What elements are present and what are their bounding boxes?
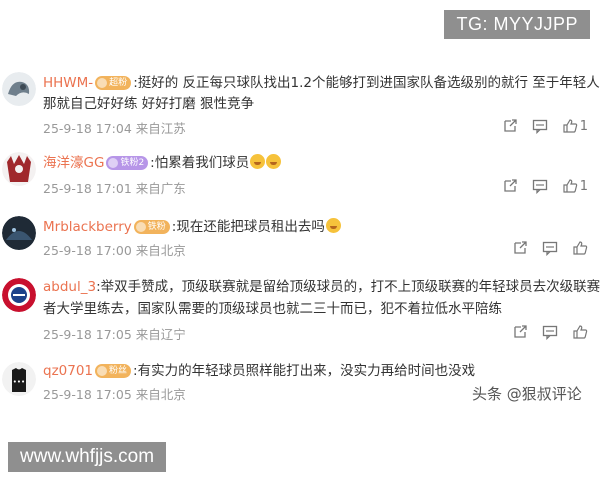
like-icon[interactable]: [572, 324, 588, 340]
emoji-icon: [250, 154, 266, 169]
fan-badge: 铁粉: [133, 220, 170, 234]
comment-actions: [498, 323, 588, 341]
comment-actions: [498, 239, 588, 257]
comment-text: Mrblackberry 铁粉:现在还能把球员租出去吗: [43, 216, 586, 238]
comment-text: 海洋濠GG 铁粉2:怕累着我们球员: [43, 152, 586, 174]
comment-text: abdul_3:举双手赞成，顶级联赛就是留给顶级球员的，打不上顶级联赛的年轻球员…: [43, 279, 600, 295]
comment-meta: 25-9-18 17:04 来自江苏: [43, 118, 186, 137]
comment-text-continued: 者大学里练去，国家队需要的顶级球员也就二三十而已，犯不着拉低水平陪练: [43, 301, 502, 317]
toutiao-watermark: 头条 @狠叔评论: [472, 385, 582, 403]
share-icon[interactable]: [512, 240, 528, 256]
like-icon[interactable]: [562, 118, 578, 134]
comment-location: 来自辽宁: [135, 327, 186, 342]
comment-meta: 25-9-18 17:00 来自北京: [43, 240, 186, 259]
comment-screenshot: TG: MYYJJPP HHWM- 超粉:挺好的 反正每只球队找出1.2个能够打到…: [0, 0, 600, 480]
comment-icon[interactable]: [532, 118, 548, 134]
comment-icon[interactable]: [532, 178, 548, 194]
username-link[interactable]: abdul_3: [43, 279, 96, 295]
username-link[interactable]: qz0701: [43, 363, 93, 379]
like-icon[interactable]: [572, 240, 588, 256]
comment-text: HHWM- 超粉:挺好的 反正每只球队找出1.2个能够打到进国家队备选级别的就行 …: [43, 75, 600, 91]
avatar[interactable]: [2, 72, 36, 106]
comment-location: 来自广东: [135, 181, 186, 196]
comment-text-continued: 那就自己好好练 好好打磨 狠性竞争: [43, 96, 255, 112]
comment-meta: 25-9-18 17:05 来自北京: [43, 384, 186, 403]
comment-actions: 1: [488, 177, 588, 195]
comment-time: 25-9-18 17:04: [43, 121, 132, 136]
like-count: 1: [579, 178, 588, 194]
comment-time: 25-9-18 17:05: [43, 387, 132, 402]
fan-badge: 粉丝: [95, 364, 132, 378]
username-link[interactable]: HHWM-: [43, 75, 93, 91]
comment-meta: 25-9-18 17:01 来自广东: [43, 178, 186, 197]
comment-location: 来自江苏: [135, 121, 186, 136]
comment-location: 来自北京: [135, 243, 186, 258]
share-icon[interactable]: [502, 118, 518, 134]
fan-badge: 铁粉2: [106, 156, 149, 170]
svg-text:•••: •••: [13, 378, 25, 386]
like-icon[interactable]: [562, 178, 578, 194]
avatar[interactable]: [2, 152, 36, 186]
comment-location: 来自北京: [135, 387, 186, 402]
username-link[interactable]: 海洋濠GG: [43, 155, 104, 171]
comment-icon[interactable]: [542, 324, 558, 340]
like-count: 1: [579, 118, 588, 134]
comment-time: 25-9-18 17:01: [43, 181, 132, 196]
avatar[interactable]: [2, 278, 36, 312]
share-icon[interactable]: [512, 324, 528, 340]
comment-meta: 25-9-18 17:05 来自辽宁: [43, 324, 186, 343]
site-watermark: www.whfjjs.com: [8, 442, 167, 472]
comment-text: qz0701 粉丝:有实力的年轻球员照样能打出来，没实力再给时间也没戏: [43, 363, 476, 379]
emoji-icon: [325, 218, 341, 233]
tg-watermark: TG: MYYJJPP: [444, 10, 590, 39]
fan-badge: 超粉: [95, 76, 132, 90]
comment-actions: 1: [488, 117, 588, 135]
emoji-icon: [266, 154, 282, 169]
avatar[interactable]: •••: [2, 362, 36, 396]
share-icon[interactable]: [502, 178, 518, 194]
avatar[interactable]: [2, 216, 36, 250]
comment-time: 25-9-18 17:05: [43, 327, 132, 342]
comment-icon[interactable]: [542, 240, 558, 256]
comment-time: 25-9-18 17:00: [43, 243, 132, 258]
username-link[interactable]: Mrblackberry: [43, 219, 132, 235]
